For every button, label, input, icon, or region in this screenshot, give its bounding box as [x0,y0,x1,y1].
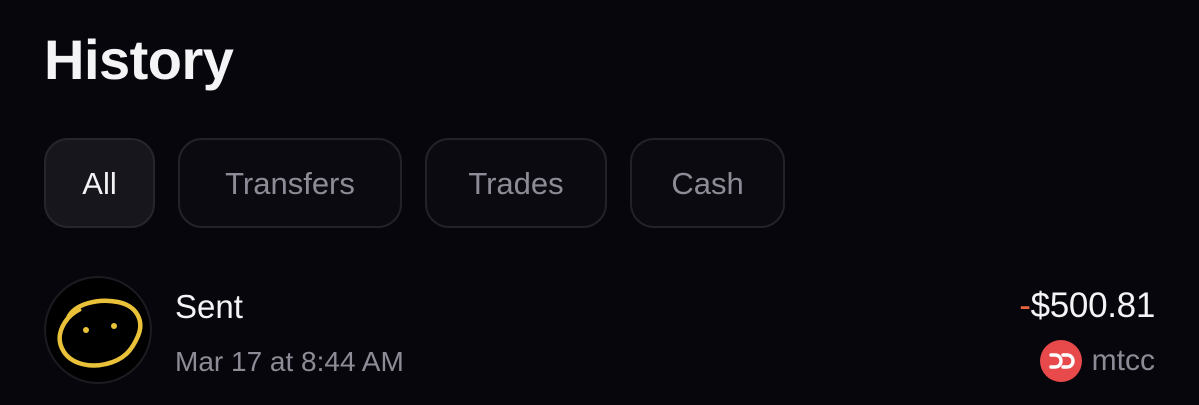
filter-cash-button[interactable]: Cash [630,138,785,228]
transaction-title: Sent [175,288,243,325]
transaction-row[interactable]: Sent Mar 17 at 8:44 AM -$500.81 mtcc [44,276,1155,386]
filter-bar: All Transfers Trades Cash [44,138,785,228]
mtcc-logo-icon [1039,340,1082,382]
history-screen: History All Transfers Trades Cash Sent M… [0,0,1199,405]
filter-trades-button[interactable]: Trades [425,138,607,228]
potato-doodle-icon [57,298,143,368]
amount-sign: - [1019,286,1031,325]
recipient-name: mtcc [1091,344,1155,377]
recipient: mtcc [1039,340,1155,382]
avatar [44,276,152,384]
amount-value: $500.81 [1030,286,1156,325]
filter-all-button[interactable]: All [44,138,155,228]
filter-transfers-button[interactable]: Transfers [178,138,402,228]
transaction-amount: -$500.81 [1019,286,1155,326]
transaction-date: Mar 17 at 8:44 AM [175,346,404,377]
page-title: History [44,28,234,91]
